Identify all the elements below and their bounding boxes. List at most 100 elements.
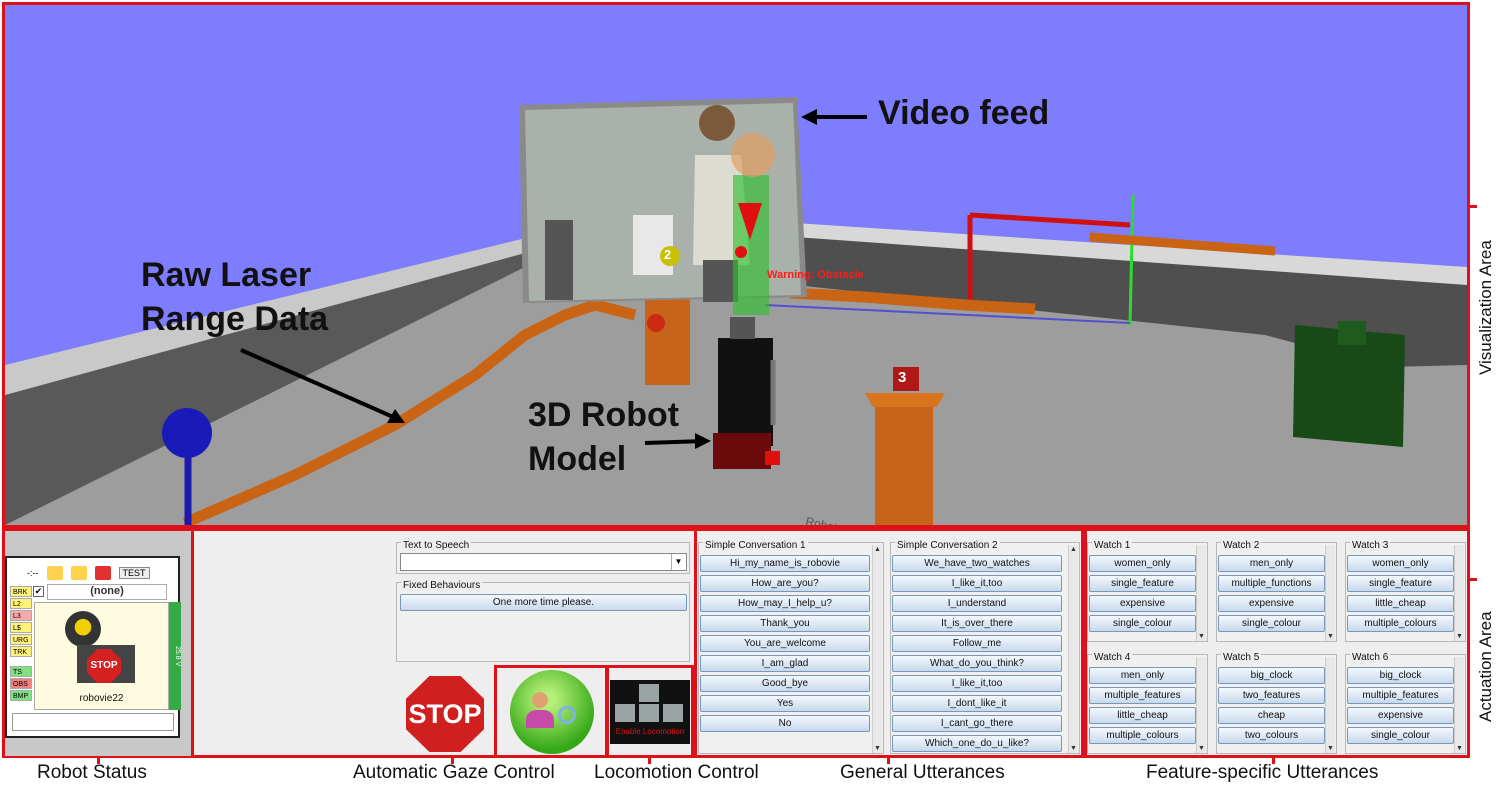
scroll-up-icon[interactable]: ▲ [1070,546,1077,553]
utterance-button[interactable]: I_like_it,too [892,675,1062,692]
feature-button[interactable]: expensive [1347,707,1454,724]
feature-button[interactable]: single_colour [1089,615,1196,632]
feature-button[interactable]: big_clock [1218,667,1325,684]
folder-icon[interactable] [46,566,63,580]
status-lamp: URG [10,634,32,645]
person-icon [532,692,548,708]
feature-button[interactable]: little_cheap [1347,595,1454,612]
feature-button[interactable]: expensive [1218,595,1325,612]
feature-button[interactable]: multiple_functions [1218,575,1325,592]
tts-combobox[interactable] [400,553,687,571]
watch-scrollbar[interactable]: ▼ [1454,545,1464,641]
feature-button[interactable]: men_only [1089,667,1196,684]
scroll-up-icon[interactable]: ▲ [874,546,881,553]
utterance-button[interactable]: Hi_my_name_is_robovie [700,555,870,572]
watch-scrollbar[interactable]: ▼ [1196,545,1206,641]
utterance-button[interactable]: Good_bye [700,675,870,692]
utterance-button[interactable]: Yes [700,695,870,712]
utterance-button[interactable]: I_am_glad [700,655,870,672]
utterance-button[interactable]: I_dont_like_it [892,695,1062,712]
feature-button[interactable]: single_feature [1347,575,1454,592]
utterance-button[interactable]: Which_one_do_u_like? [892,735,1062,752]
watch-group: Watch 4 men_only multiple_features little_c… [1087,652,1208,754]
visualization-area-label: Visualization Area [1476,240,1495,375]
alert-icon[interactable] [94,566,111,580]
feature-button[interactable]: single_feature [1089,575,1196,592]
watch-scrollbar[interactable]: ▼ [1325,657,1335,753]
utterance-button[interactable]: Follow_me [892,635,1062,652]
watch-scrollbar[interactable]: ▼ [1454,657,1464,753]
video-feed-label: Video feed [878,94,1050,132]
scroll-down-icon[interactable]: ▼ [1198,745,1205,752]
caption-locomotion-control: Locomotion Control [594,762,759,783]
scroll-down-icon[interactable]: ▼ [1456,745,1463,752]
scroll-down-icon[interactable]: ▼ [1327,745,1334,752]
arrow-keys-icon[interactable]: Enable Locomotion [610,680,690,744]
utterance-button[interactable]: I_cant_go_there [892,715,1062,732]
visualization-area[interactable]: Robot Video feed Raw Laser Range Data 3D… [2,2,1470,528]
utterance-button[interactable]: Thank_you [700,615,870,632]
stop-button[interactable]: STOP [406,676,484,752]
robot-card[interactable]: STOP robovie22 [34,602,169,710]
feature-button[interactable]: expensive [1089,595,1196,612]
utterance-button[interactable]: What_do_you_think? [892,655,1062,672]
sc1-scrollbar[interactable]: ▲ ▼ [872,545,882,753]
feature-button[interactable]: cheap [1218,707,1325,724]
feature-button[interactable]: multiple_colours [1347,615,1454,632]
utterance-button[interactable]: You_are_welcome [700,635,870,652]
feature-button[interactable]: two_features [1218,687,1325,704]
simple-conversation-1-group: Simple Conversation 1 Hi_my_name_is_robo… [698,540,884,754]
feature-button[interactable]: women_only [1347,555,1454,572]
one-more-time-button[interactable]: One more time please. [400,594,687,611]
chevron-down-icon[interactable]: ▼ [671,554,685,570]
simple-conversation-2-title: Simple Conversation 2 [895,540,1000,551]
feature-button[interactable]: multiple_colours [1089,727,1196,744]
feature-button[interactable]: single_colour [1347,727,1454,744]
feature-button[interactable]: two_colours [1218,727,1325,744]
automatic-gaze-icon[interactable] [510,670,594,754]
caption-feature-utterances: Feature-specific Utterances [1146,762,1379,783]
feature-button[interactable]: little_cheap [1089,707,1196,724]
status-lamp: L3 [10,610,32,621]
status-lamp: OBS [10,678,32,689]
raw-laser-label-line1: Raw Laser [141,256,312,294]
robot-model-label-line1: 3D Robot [528,396,680,434]
feature-button[interactable]: men_only [1218,555,1325,572]
watch-title: Watch 4 [1092,652,1133,663]
watch-scrollbar[interactable]: ▼ [1196,657,1206,753]
feature-button[interactable]: women_only [1089,555,1196,572]
scroll-down-icon[interactable]: ▼ [1456,633,1463,640]
scroll-down-icon[interactable]: ▼ [874,745,881,752]
feature-button[interactable]: single_colour [1218,615,1325,632]
sc2-scrollbar[interactable]: ▲ ▼ [1068,545,1078,753]
utterance-button[interactable]: We_have_two_watches [892,555,1062,572]
robot-status-box: -:-- TEST ✔ (none) BRK L2 L3 L$ URG TRK TS OBS B… [5,556,181,738]
watch-group: Watch 5 big_clock two_features cheap two_col… [1216,652,1337,754]
key-down-icon [639,704,659,722]
obstacle-warning: Warning: Obstacle [767,269,864,281]
utterance-button[interactable]: No [700,715,870,732]
status-lamp: TS [10,666,32,677]
robot-checkbox[interactable]: ✔ [33,586,44,597]
caption-gaze-control: Automatic Gaze Control [353,762,555,783]
feature-button[interactable]: multiple_features [1347,687,1454,704]
fixed-behaviours-group: Fixed Behaviours One more time please. [396,580,690,662]
scroll-down-icon[interactable]: ▼ [1198,633,1205,640]
utterance-button[interactable]: How_may_I_help_u? [700,595,870,612]
watch-scrollbar[interactable]: ▼ [1325,545,1335,641]
utterance-button[interactable]: I_like_it,too [892,575,1062,592]
utterance-button[interactable]: I_understand [892,595,1062,612]
utterance-button[interactable]: How_are_you? [700,575,870,592]
key-left-icon [615,704,635,722]
feature-button[interactable]: big_clock [1347,667,1454,684]
scroll-down-icon[interactable]: ▼ [1070,745,1077,752]
folder-open-icon[interactable] [70,566,87,580]
robot-model-label-line2: Model [528,440,627,478]
utterance-button[interactable]: It_is_over_there [892,615,1062,632]
tts-group: Text to Speech ▼ [396,540,690,574]
robot-selector[interactable]: (none) [47,584,167,600]
scroll-down-icon[interactable]: ▼ [1327,633,1334,640]
feature-button[interactable]: multiple_features [1089,687,1196,704]
status-input[interactable] [12,713,174,731]
test-button[interactable]: TEST [118,567,150,579]
